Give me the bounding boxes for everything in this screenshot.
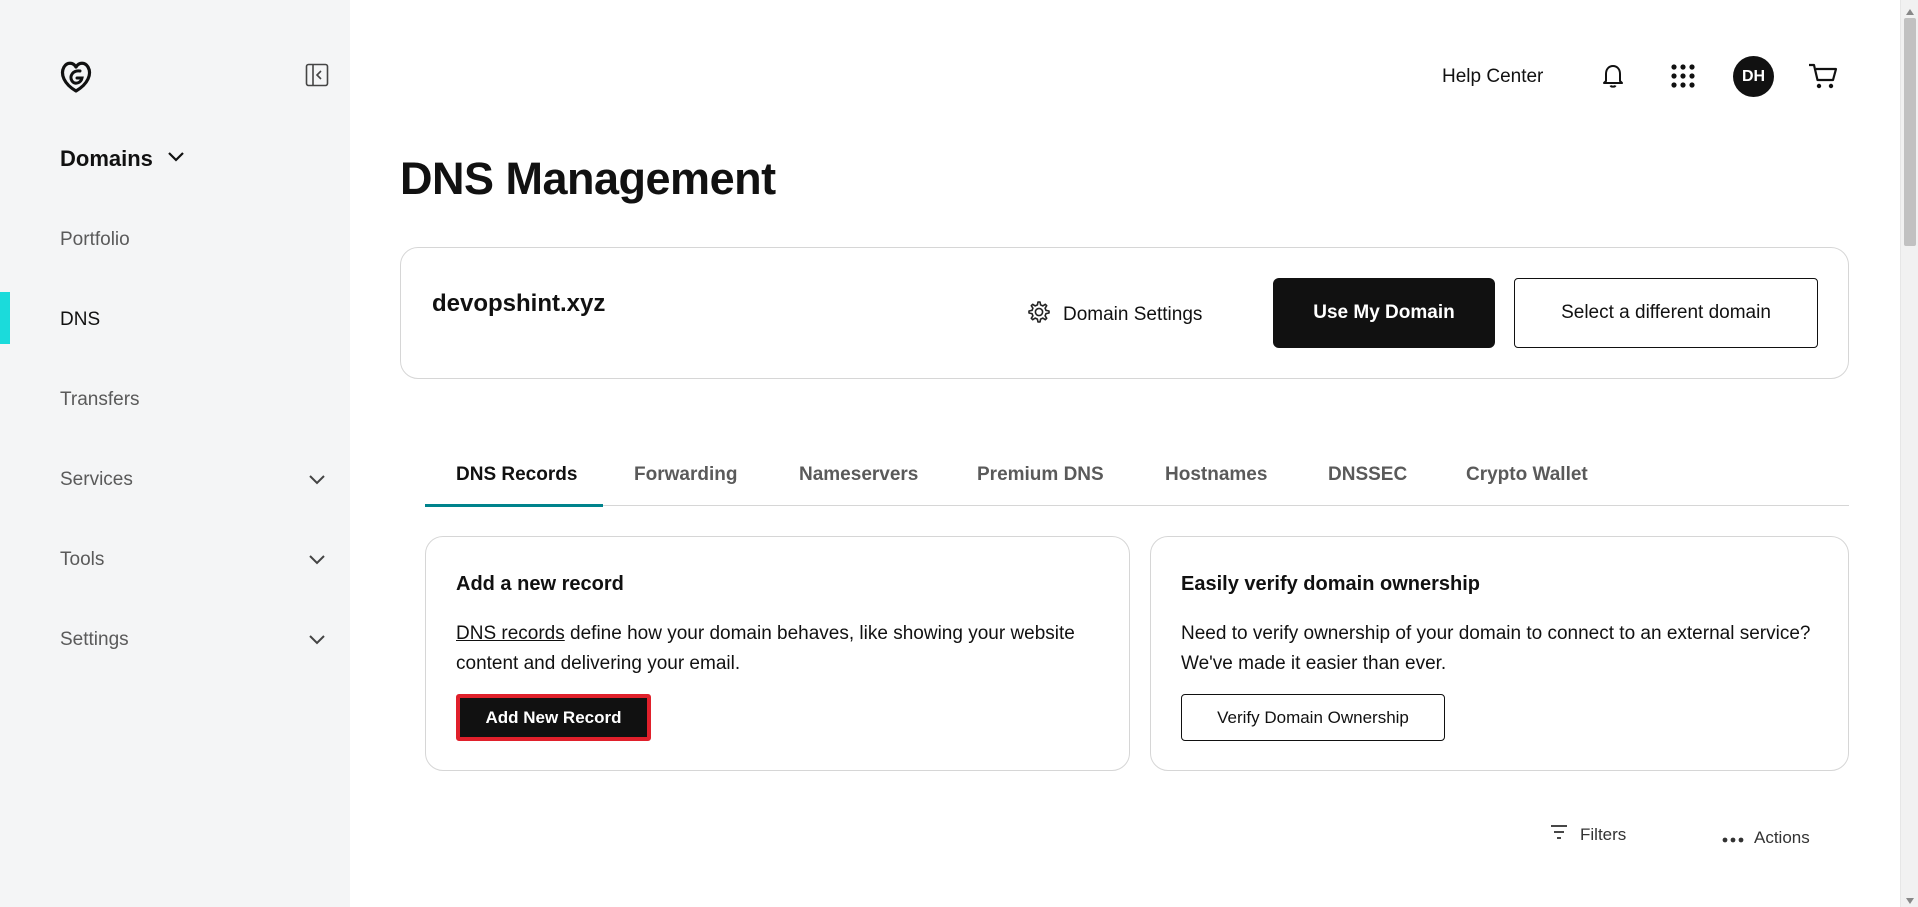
chevron-down-icon bbox=[167, 146, 185, 172]
domain-card: devopshint.xyz Domain Settings Use My Do… bbox=[400, 247, 1849, 379]
select-different-domain-button[interactable]: Select a different domain bbox=[1514, 278, 1818, 348]
scrollbar-thumb[interactable] bbox=[1904, 18, 1916, 246]
cart-icon[interactable] bbox=[1808, 62, 1838, 95]
add-record-title: Add a new record bbox=[456, 573, 624, 595]
tab-nameservers[interactable]: Nameservers bbox=[799, 464, 918, 486]
sidebar-item-portfolio[interactable]: Portfolio bbox=[60, 229, 130, 251]
verify-domain-ownership-button[interactable]: Verify Domain Ownership bbox=[1181, 694, 1445, 741]
more-horizontal-icon bbox=[1722, 828, 1744, 848]
verify-ownership-card: Easily verify domain ownership Need to v… bbox=[1150, 536, 1849, 771]
tab-dnssec[interactable]: DNSSEC bbox=[1328, 464, 1407, 486]
collapse-sidebar-icon[interactable] bbox=[305, 63, 329, 87]
godaddy-logo-icon[interactable] bbox=[58, 58, 94, 94]
help-center-link[interactable]: Help Center bbox=[1442, 66, 1543, 88]
sidebar: Domains Portfolio DNS Transfers Services… bbox=[0, 0, 350, 907]
gear-icon bbox=[1027, 300, 1051, 330]
domains-label: Domains bbox=[60, 146, 153, 171]
verify-ownership-description: Need to verify ownership of your domain … bbox=[1181, 623, 1811, 674]
filters-button[interactable]: Filters bbox=[1550, 824, 1626, 845]
scroll-up-arrow-icon[interactable] bbox=[1905, 4, 1915, 15]
add-new-record-button[interactable]: Add New Record bbox=[456, 694, 651, 741]
actions-label: Actions bbox=[1754, 828, 1810, 847]
actions-button[interactable]: Actions bbox=[1722, 828, 1810, 848]
sidebar-item-transfers[interactable]: Transfers bbox=[60, 389, 140, 411]
domain-settings-button[interactable]: Domain Settings bbox=[1027, 300, 1202, 330]
scroll-down-arrow-icon[interactable] bbox=[1905, 893, 1915, 904]
dns-tabs: DNS Records Forwarding Nameservers Premi… bbox=[425, 458, 1849, 507]
tab-premium-dns[interactable]: Premium DNS bbox=[977, 464, 1104, 486]
sidebar-item-dns[interactable]: DNS bbox=[60, 309, 100, 331]
dns-records-link[interactable]: DNS records bbox=[456, 623, 565, 644]
add-record-description: DNS records define how your domain behav… bbox=[456, 619, 1076, 679]
domain-settings-label: Domain Settings bbox=[1063, 304, 1203, 325]
chevron-down-icon[interactable] bbox=[307, 470, 327, 490]
page-scrollbar[interactable] bbox=[1900, 0, 1918, 907]
filter-icon bbox=[1550, 824, 1568, 845]
chevron-down-icon[interactable] bbox=[307, 550, 327, 570]
active-tab-underline bbox=[425, 504, 603, 507]
filters-label: Filters bbox=[1580, 824, 1627, 844]
sidebar-item-tools[interactable]: Tools bbox=[60, 549, 104, 571]
tab-hostnames[interactable]: Hostnames bbox=[1165, 464, 1267, 486]
avatar[interactable]: DH bbox=[1733, 56, 1774, 97]
tab-dns-records[interactable]: DNS Records bbox=[456, 464, 577, 486]
apps-grid-icon[interactable] bbox=[1671, 64, 1695, 93]
domains-menu-toggle[interactable]: Domains bbox=[60, 146, 185, 172]
bell-icon[interactable] bbox=[1601, 63, 1625, 94]
active-nav-indicator bbox=[0, 292, 10, 344]
tab-forwarding[interactable]: Forwarding bbox=[634, 464, 737, 486]
sidebar-item-services[interactable]: Services bbox=[60, 469, 133, 491]
chevron-down-icon[interactable] bbox=[307, 630, 327, 650]
add-record-card: Add a new record DNS records define how … bbox=[425, 536, 1130, 771]
verify-ownership-title: Easily verify domain ownership bbox=[1181, 573, 1480, 595]
use-my-domain-button[interactable]: Use My Domain bbox=[1273, 278, 1495, 348]
sidebar-item-settings[interactable]: Settings bbox=[60, 629, 129, 651]
tab-crypto-wallet[interactable]: Crypto Wallet bbox=[1466, 464, 1588, 486]
page-title: DNS Management bbox=[400, 153, 776, 204]
domain-name: devopshint.xyz bbox=[432, 290, 606, 317]
